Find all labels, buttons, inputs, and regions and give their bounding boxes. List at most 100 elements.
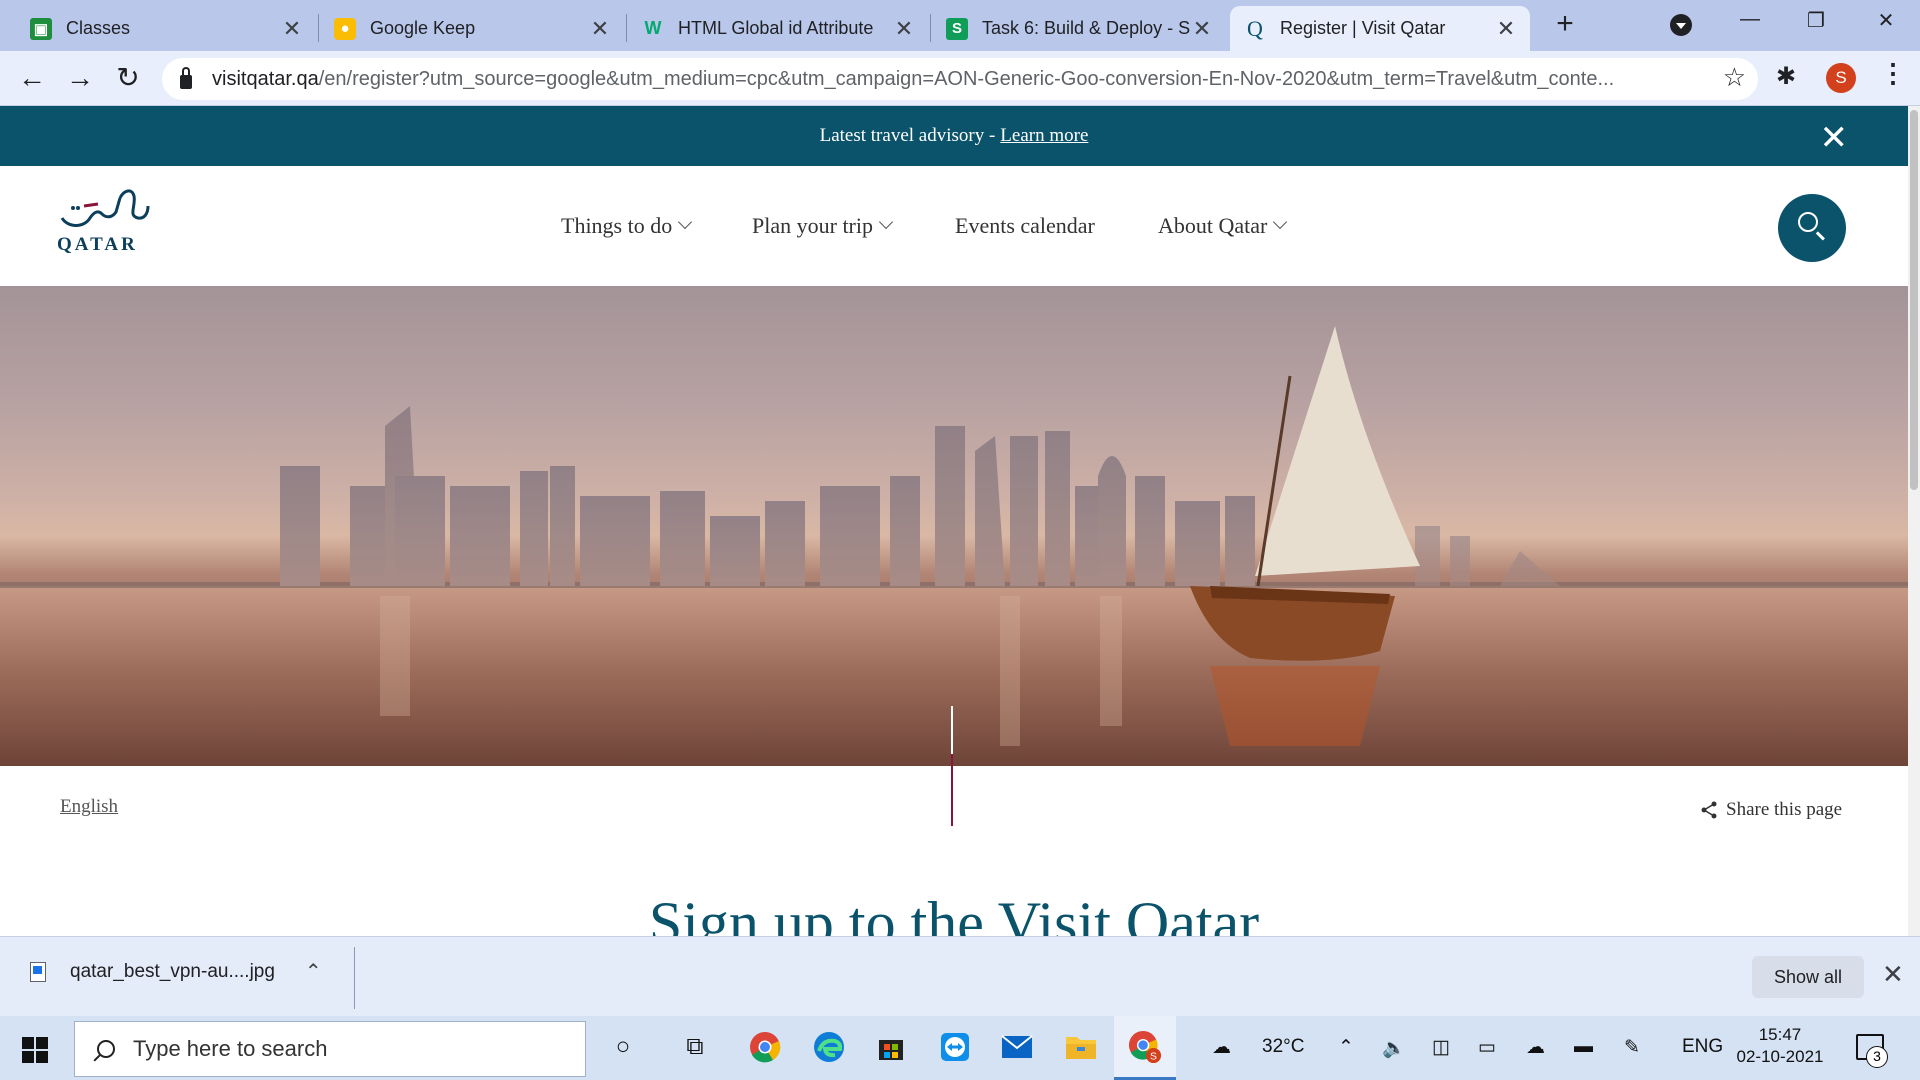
- url-path: /en/register?utm_source=google&utm_mediu…: [318, 67, 1615, 90]
- task-view-icon[interactable]: ⧉: [678, 1030, 712, 1064]
- nav-label: About Qatar: [1158, 213, 1268, 238]
- tab-task6[interactable]: S Task 6: Build & Deploy - S ✕: [932, 6, 1226, 51]
- close-icon[interactable]: ✕: [894, 16, 914, 42]
- download-filename: qatar_best_vpn-au....jpg: [70, 960, 275, 982]
- language-selector[interactable]: English: [60, 796, 118, 818]
- download-item[interactable]: qatar_best_vpn-au....jpg ⌃: [30, 959, 322, 984]
- window-close-icon[interactable]: ✕: [1856, 8, 1916, 38]
- close-icon[interactable]: ✕: [1496, 16, 1516, 42]
- battery-icon[interactable]: ▬: [1574, 1036, 1593, 1058]
- tab-google-keep[interactable]: ● Google Keep ✕: [320, 6, 624, 51]
- file-explorer-icon[interactable]: [1064, 1030, 1098, 1064]
- qatar-calligraphy-icon: [60, 189, 150, 227]
- chevron-up-icon[interactable]: ⌃: [1338, 1036, 1354, 1059]
- signup-heading: Sign up to the Visit Qatar: [648, 890, 1260, 936]
- clock-date: 02-10-2021: [1736, 1047, 1824, 1066]
- share-label: Share this page: [1726, 799, 1843, 820]
- share-page-button[interactable]: Share this page: [1700, 799, 1842, 821]
- tab-search-icon[interactable]: [1670, 14, 1692, 36]
- nav-label: Events calendar: [955, 213, 1095, 238]
- lock-icon[interactable]: [180, 67, 192, 89]
- microsoft-store-icon[interactable]: [874, 1030, 908, 1064]
- chrome-icon[interactable]: [748, 1030, 782, 1064]
- back-arrow-icon[interactable]: ←: [14, 61, 50, 97]
- teamviewer-icon[interactable]: [938, 1030, 972, 1064]
- tab-title: Task 6: Build & Deploy - S: [982, 18, 1191, 38]
- tab-title: HTML Global id Attribute: [678, 18, 874, 38]
- nav-label: Plan your trip: [752, 213, 873, 238]
- extensions-puzzle-icon[interactable]: ✱: [1776, 62, 1796, 91]
- site-header: QATAR Things to do Plan your trip Events…: [0, 166, 1908, 286]
- keep-icon: ●: [334, 17, 356, 40]
- close-icon[interactable]: ✕: [1820, 118, 1849, 158]
- tab-register-visit-qatar[interactable]: Q Register | Visit Qatar ✕: [1230, 6, 1530, 51]
- tab-separator: [930, 14, 931, 42]
- close-icon[interactable]: ✕: [590, 16, 610, 42]
- chrome-profile-icon[interactable]: S: [1128, 1030, 1162, 1064]
- nav-events-calendar[interactable]: Events calendar: [955, 166, 1095, 286]
- close-icon[interactable]: ✕: [1882, 959, 1904, 990]
- nav-about-qatar[interactable]: About Qatar: [1158, 166, 1288, 286]
- show-all-downloads-button[interactable]: Show all: [1752, 956, 1864, 998]
- network-icon[interactable]: ▭: [1478, 1036, 1496, 1059]
- teamviewer-logo: [941, 1033, 969, 1061]
- onedrive-cloud-icon[interactable]: ☁: [1526, 1036, 1545, 1059]
- windows-taskbar: Type here to search ○ ⧉ S ☁ 32°C ⌃ 🔈 ◫ ▭…: [0, 1016, 1920, 1080]
- tab-separator: [626, 14, 627, 42]
- chrome-logo-with-profile: S: [1128, 1030, 1162, 1064]
- download-separator: [354, 947, 355, 1009]
- reload-icon[interactable]: ↻: [110, 61, 146, 97]
- hero-image-doha-skyline: [0, 286, 1908, 766]
- qatar-logo[interactable]: QATAR: [52, 188, 152, 262]
- chevron-up-icon[interactable]: ⌃: [305, 959, 322, 984]
- edge-icon[interactable]: [812, 1030, 846, 1064]
- pen-icon[interactable]: ✎: [1624, 1036, 1640, 1059]
- browser-tab-strip: ▣ Classes ✕ ● Google Keep ✕ W HTML Globa…: [0, 0, 1920, 51]
- site-search-button[interactable]: [1778, 194, 1846, 262]
- visitqatar-q-icon: Q: [1247, 15, 1263, 41]
- close-icon[interactable]: ✕: [282, 16, 302, 42]
- tab-classes[interactable]: ▣ Classes ✕: [16, 6, 316, 51]
- weather-cloud-icon[interactable]: ☁: [1212, 1036, 1231, 1059]
- folder: [1066, 1037, 1096, 1059]
- page-scrollbar[interactable]: [1908, 106, 1920, 936]
- minimize-icon[interactable]: —: [1720, 8, 1780, 38]
- address-bar[interactable]: visitqatar.qa/en/register?utm_source=goo…: [162, 58, 1758, 100]
- volume-icon[interactable]: 🔈: [1382, 1036, 1406, 1060]
- input-language[interactable]: ENG: [1682, 1036, 1723, 1058]
- advisory-text: Latest travel advisory -: [819, 125, 996, 146]
- downloads-bar: qatar_best_vpn-au....jpg ⌃ Show all ✕: [0, 936, 1920, 1016]
- forward-arrow-icon[interactable]: →: [62, 61, 98, 97]
- bookmark-star-icon[interactable]: ☆: [1723, 62, 1746, 93]
- chrome-menu-icon[interactable]: ⋮: [1880, 58, 1906, 89]
- sheets-s-icon: S: [946, 17, 968, 40]
- mail-icon[interactable]: [1000, 1030, 1034, 1064]
- profile-avatar[interactable]: S: [1826, 63, 1856, 93]
- image-file-icon: [30, 961, 46, 982]
- clock-time: 15:47: [1758, 1025, 1802, 1044]
- new-tab-button[interactable]: +: [1550, 9, 1580, 40]
- search-icon: [1798, 212, 1818, 232]
- chevron-down-icon: [1273, 214, 1288, 230]
- clock[interactable]: 15:47 02-10-2021: [1732, 1024, 1828, 1068]
- weather-temperature[interactable]: 32°C: [1262, 1036, 1304, 1058]
- cortana-circle-icon[interactable]: ○: [606, 1030, 640, 1064]
- tab-html-id-attribute[interactable]: W HTML Global id Attribute ✕: [628, 6, 928, 51]
- scrollbar-thumb[interactable]: [1910, 110, 1918, 490]
- tab-separator: [318, 14, 319, 42]
- advisory-learn-more-link[interactable]: Learn more: [1000, 125, 1088, 147]
- scroll-indicator-line: [951, 706, 953, 826]
- share-icon: [1701, 801, 1717, 819]
- taskbar-search-box[interactable]: Type here to search: [74, 1021, 586, 1077]
- nav-things-to-do[interactable]: Things to do: [561, 166, 693, 286]
- mail-envelope: [1001, 1035, 1033, 1058]
- chevron-down-icon: [678, 214, 693, 230]
- close-icon[interactable]: ✕: [1192, 16, 1212, 42]
- windows-start-icon[interactable]: [22, 1037, 48, 1063]
- meet-now-icon[interactable]: ◫: [1432, 1036, 1450, 1059]
- store-bag: [879, 1040, 903, 1060]
- nav-plan-your-trip[interactable]: Plan your trip: [752, 166, 894, 286]
- browser-toolbar: ← → ↻ visitqatar.qa/en/register?utm_sour…: [0, 51, 1920, 106]
- nav-label: Things to do: [561, 213, 673, 238]
- restore-icon[interactable]: ❐: [1786, 8, 1846, 38]
